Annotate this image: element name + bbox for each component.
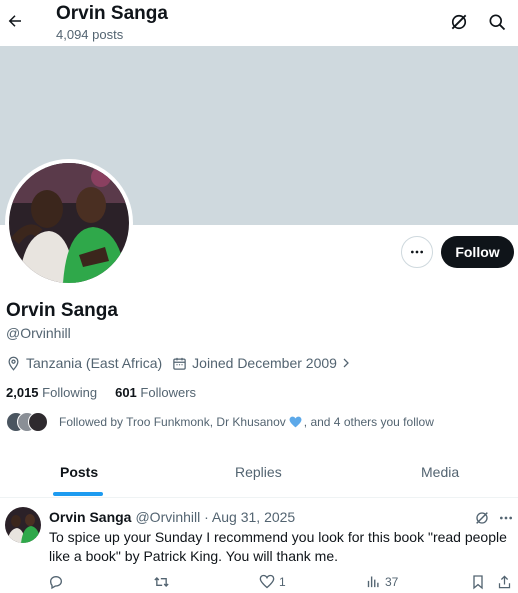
following-label: Following [42,385,98,400]
followers-label: Followers [140,385,197,400]
profile-meta: Tanzania (East Africa) Joined December 2… [6,353,362,373]
repost-button[interactable] [153,574,170,590]
followers-link[interactable]: 601 Followers [115,385,196,400]
more-options-button[interactable] [401,236,433,268]
post-text: To spice up your Sunday I recommend you … [49,529,507,564]
followed-by-others: , and 4 others you follow [303,415,434,429]
following-link[interactable]: 2,015 Following [6,385,97,400]
location: Tanzania (East Africa) [6,355,162,371]
mutual-avatar [28,412,48,432]
profile-tabs: Posts Replies Media [0,452,518,498]
reply-button[interactable] [48,574,64,590]
grok-icon [451,14,467,30]
reply-icon [49,575,63,590]
following-count: 2,015 [6,385,39,400]
views-button[interactable]: 37 [366,574,398,589]
post-item[interactable]: Orvin Sanga @Orvinhill · Aug 31, 2025 To… [0,498,518,593]
share-button[interactable] [497,574,512,590]
view-count: 37 [385,574,399,589]
post-avatar[interactable] [5,507,41,543]
grok-icon [476,512,488,524]
follow-button[interactable]: Follow [441,236,514,268]
followers-count: 601 [115,385,137,400]
profile-avatar[interactable] [5,159,133,287]
followed-by-text: Followed by Troo Funkmonk, Dr Khusanov ,… [59,415,434,429]
join-date: Joined December 2009 [172,355,352,371]
post-more-button[interactable] [498,510,514,526]
post-author[interactable]: Orvin Sanga [49,509,131,525]
bookmark-button[interactable] [471,574,485,590]
location-pin-icon [8,356,19,371]
avatar-photo [9,163,129,283]
more-dots-icon [411,250,423,254]
profile-name: Orvin Sanga [6,300,118,321]
chevron-right-icon[interactable] [340,356,352,370]
back-button[interactable] [4,8,26,34]
heart-icon [259,574,275,589]
repost-icon [154,577,169,587]
post-header: Orvin Sanga @Orvinhill · Aug 31, 2025 [49,509,295,525]
tab-media[interactable]: Media [421,464,459,480]
followed-by-names: Followed by Troo Funkmonk, Dr Khusanov [59,415,286,429]
follow-counts: 2,015 Following 601 Followers [6,385,214,400]
post-actions: 1 37 [0,574,518,592]
blue-heart-icon [289,416,302,428]
grok-button[interactable] [449,12,469,32]
post-grok-button[interactable] [474,510,490,526]
join-date-text: Joined December 2009 [192,355,337,371]
post-count: 4,094 posts [56,27,124,42]
views-chart-icon [367,576,379,588]
profile-handle: @Orvinhill [6,325,71,341]
calendar-icon [173,357,186,370]
search-icon [489,14,506,31]
tab-replies[interactable]: Replies [235,464,282,480]
like-button[interactable]: 1 [259,574,286,589]
post-meta[interactable]: @Orvinhill · Aug 31, 2025 [135,509,295,525]
tab-posts[interactable]: Posts [60,464,98,480]
back-arrow-icon [8,15,21,27]
page-title: Orvin Sanga [56,3,168,24]
share-icon [498,575,511,589]
like-count: 1 [279,574,286,589]
location-text: Tanzania (East Africa) [26,355,163,371]
followers-you-know[interactable]: Followed by Troo Funkmonk, Dr Khusanov ,… [6,411,434,433]
top-bar: Orvin Sanga 4,094 posts [0,0,518,46]
search-button[interactable] [487,12,507,32]
more-dots-icon [500,516,512,520]
mutual-avatars [6,412,50,432]
bookmark-icon [473,575,483,590]
active-tab-indicator [53,492,103,496]
